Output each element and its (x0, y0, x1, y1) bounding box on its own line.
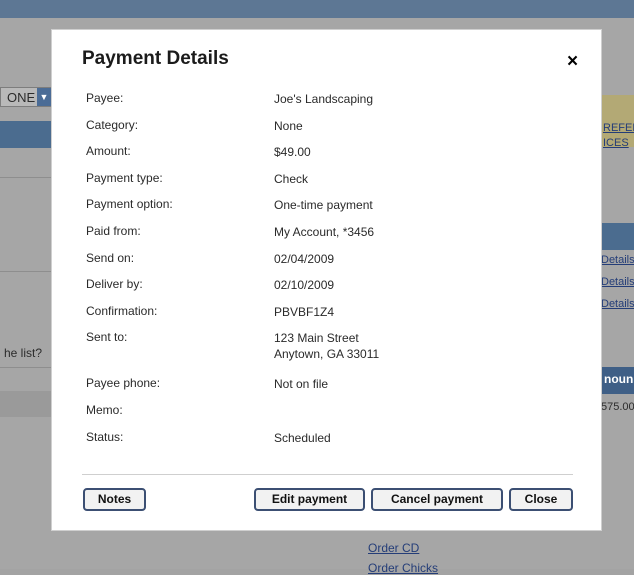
cancel-payment-button[interactable]: Cancel payment (371, 488, 503, 511)
background-divider (0, 271, 52, 272)
detail-label: Paid from: (86, 223, 141, 238)
detail-row-confirmation: Confirmation: PBVBF1Z4 (86, 304, 576, 331)
detail-label: Payee phone: (86, 376, 161, 391)
detail-row-deliver-by: Deliver by: 02/10/2009 (86, 277, 576, 304)
background-details-link[interactable]: Details (601, 254, 634, 266)
detail-label: Confirmation: (86, 303, 158, 318)
background-amount-value: 575.00 (601, 401, 634, 413)
dialog-divider (82, 474, 573, 475)
detail-row-payment-type: Payment type: Check (86, 171, 576, 198)
detail-row-payee-phone: Payee phone: Not on file (86, 376, 576, 403)
detail-value: Joe's Landscaping (274, 92, 374, 106)
detail-value: Check (274, 171, 309, 186)
detail-value: PBVBF1Z4 (274, 304, 335, 319)
detail-value: Not on file (274, 377, 329, 392)
address-line-1: 123 Main Street (274, 331, 359, 346)
detail-value: 02/10/2009 (274, 278, 335, 293)
background-details-link[interactable]: Details (601, 276, 634, 288)
detail-row-payment-option: Payment option: One-time payment (86, 197, 576, 224)
background-filter-select[interactable]: ONE ▼ (0, 87, 52, 107)
close-icon[interactable]: × (567, 52, 578, 71)
background-order-cd-link[interactable]: Order CD (368, 541, 419, 555)
detail-row-status: Status: Scheduled (86, 430, 576, 457)
detail-value: Scheduled (274, 430, 331, 445)
background-order-link[interactable]: Order Chicks (368, 561, 438, 575)
background-details-link[interactable]: Details (601, 298, 634, 310)
detail-value-address: 123 Main Street Anytown, GA 33011 (274, 330, 379, 362)
background-divider (0, 177, 52, 178)
payment-details-dialog: Payment Details × Payee: Joe's Landscapi… (52, 30, 601, 530)
chevron-down-icon: ▼ (37, 88, 51, 106)
background-right-header-bar (600, 223, 634, 250)
detail-row-send-on: Send on: 02/04/2009 (86, 251, 576, 278)
detail-row-payee: Payee: Joe's Landscaping (86, 91, 576, 118)
detail-label: Payment option: (86, 197, 173, 212)
detail-label: Memo: (86, 402, 123, 417)
detail-label: Send on: (86, 250, 135, 265)
detail-value: 02/04/2009 (274, 251, 335, 266)
detail-row-category: Category: None (86, 118, 576, 145)
notes-button[interactable]: Notes (83, 488, 146, 511)
detail-label: Deliver by: (86, 277, 143, 292)
background-filter-select-value: ONE (7, 90, 36, 105)
detail-row-memo: Memo: (86, 403, 576, 430)
detail-label: Category: (86, 117, 139, 132)
background-left-row (0, 391, 52, 417)
detail-row-sent-to: Sent to: 123 Main Street Anytown, GA 330… (86, 330, 576, 376)
detail-row-amount: Amount: $49.00 (86, 144, 576, 171)
detail-value: My Account, *3456 (274, 224, 375, 239)
background-left-text: he list? (4, 346, 43, 360)
background-header-bar (0, 0, 634, 18)
detail-value: None (274, 118, 303, 133)
detail-value: $49.00 (274, 145, 311, 160)
dialog-title: Payment Details (82, 48, 229, 69)
detail-label: Amount: (86, 144, 131, 159)
address-line-2: Anytown, GA 33011 (274, 347, 380, 362)
edit-payment-button[interactable]: Edit payment (254, 488, 365, 511)
detail-label: Status: (86, 429, 124, 444)
detail-value: One-time payment (274, 198, 373, 213)
background-left-header-bar (0, 121, 52, 148)
background-right-link[interactable]: REFER (603, 122, 634, 134)
detail-label: Payee: (86, 91, 124, 105)
payment-details-list: Payee: Joe's Landscaping Category: None … (86, 91, 576, 456)
close-button[interactable]: Close (509, 488, 573, 511)
background-right-link[interactable]: ICES (603, 137, 629, 149)
background-divider (0, 367, 52, 368)
detail-label: Payment type: (86, 170, 163, 185)
background-amount-header: noun (600, 367, 634, 394)
detail-row-paid-from: Paid from: My Account, *3456 (86, 224, 576, 251)
detail-label: Sent to: (86, 330, 128, 345)
